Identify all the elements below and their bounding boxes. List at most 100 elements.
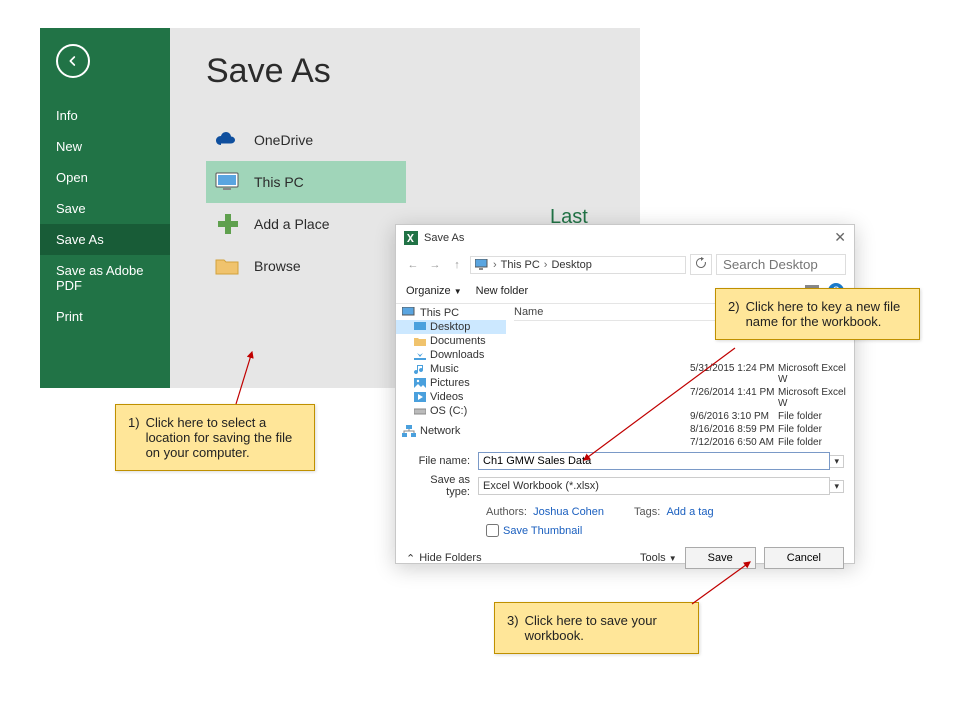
page-title: Save As (206, 52, 640, 91)
savetype-dropdown[interactable]: ▾ (830, 480, 844, 493)
chevron-up-icon: ⌃ (406, 552, 415, 565)
file-row[interactable]: 7/26/2014 1:41 PMMicrosoft Excel W (690, 386, 850, 410)
tree-downloads[interactable]: Downloads (396, 348, 506, 362)
back-button[interactable] (56, 44, 90, 78)
pictures-icon (414, 378, 426, 388)
nav-back-button[interactable]: ← (404, 256, 422, 274)
tree-desktop[interactable]: Desktop (396, 320, 506, 334)
menu-open[interactable]: Open (40, 162, 170, 193)
folder-tree: This PC Desktop Documents Downloads Musi… (396, 304, 506, 446)
location-onedrive[interactable]: OneDrive (206, 119, 406, 161)
monitor-icon (402, 307, 416, 319)
callout-3: 3) Click here to save your workbook. (494, 602, 699, 654)
tree-os-drive[interactable]: OS (C:) (396, 404, 506, 418)
menu-print[interactable]: Print (40, 301, 170, 332)
tags-value[interactable]: Add a tag (666, 506, 713, 518)
location-list: OneDrive This PC Add a Place Browse (206, 119, 406, 287)
hide-folders-label: Hide Folders (419, 552, 481, 564)
location-browse[interactable]: Browse (206, 245, 406, 287)
location-this-pc[interactable]: This PC (206, 161, 406, 203)
savetype-label: Save as type: (406, 474, 478, 498)
tree-pictures[interactable]: Pictures (396, 376, 506, 390)
tree-label: Pictures (430, 377, 470, 389)
video-icon (414, 392, 426, 402)
arrow-left-icon (65, 53, 81, 69)
callout-num: 1) (128, 415, 140, 460)
tree-this-pc[interactable]: This PC (396, 306, 506, 320)
file-row[interactable]: 9/6/2016 3:10 PMFile folder (690, 410, 850, 423)
desktop-icon (414, 322, 426, 332)
menu-save[interactable]: Save (40, 193, 170, 224)
location-add-place[interactable]: Add a Place (206, 203, 406, 245)
callout-text: Click here to key a new file name for th… (746, 299, 907, 329)
savetype-combo[interactable]: Excel Workbook (*.xlsx) (478, 477, 830, 495)
onedrive-icon (214, 129, 242, 151)
tree-documents[interactable]: Documents (396, 334, 506, 348)
tree-label: Network (420, 425, 460, 437)
file-row[interactable]: 8/16/2016 8:59 PMFile folder (690, 423, 850, 436)
filename-label: File name: (406, 455, 478, 467)
tree-videos[interactable]: Videos (396, 390, 506, 404)
nav-forward-button[interactable]: → (426, 256, 444, 274)
tree-network[interactable]: Network (396, 424, 506, 438)
location-label: This PC (254, 174, 304, 190)
location-label: OneDrive (254, 132, 313, 148)
col-name-header[interactable]: Name (514, 306, 694, 318)
excel-app-icon (404, 231, 418, 245)
save-thumbnail-checkbox[interactable] (486, 524, 499, 537)
plus-icon (214, 213, 242, 235)
close-button[interactable]: ✕ (834, 229, 846, 246)
new-folder-button[interactable]: New folder (476, 285, 529, 297)
dialog-form: File name: ▾ Save as type: Excel Workboo… (396, 446, 854, 537)
callout-text: Click here to save your workbook. (525, 613, 686, 643)
menu-save-as[interactable]: Save As (40, 224, 170, 255)
breadcrumb[interactable]: › This PC › Desktop (470, 256, 686, 274)
tree-label: This PC (420, 307, 459, 319)
tree-label: Videos (430, 391, 463, 403)
callout-text: Click here to select a location for savi… (146, 415, 302, 460)
menu-new[interactable]: New (40, 131, 170, 162)
refresh-button[interactable] (690, 254, 712, 275)
network-icon (402, 425, 416, 437)
file-rows: 5/31/2015 1:24 PMMicrosoft Excel W 7/26/… (690, 362, 850, 449)
monitor-icon (475, 259, 489, 271)
filename-dropdown[interactable]: ▾ (830, 455, 844, 468)
nav-up-button[interactable]: ↑ (448, 256, 466, 274)
file-row[interactable]: 7/12/2016 6:50 AMFile folder (690, 436, 850, 449)
dialog-titlebar: Save As ✕ (396, 225, 854, 250)
folder-icon (214, 255, 242, 277)
location-label: Browse (254, 258, 301, 274)
dialog-title: Save As (424, 232, 464, 244)
hide-folders-toggle[interactable]: ⌃ Hide Folders (406, 552, 482, 565)
breadcrumb-part: Desktop (551, 259, 591, 271)
file-row[interactable]: 5/31/2015 1:24 PMMicrosoft Excel W (690, 362, 850, 386)
search-input[interactable] (716, 254, 846, 275)
tools-menu[interactable]: Tools ▼ (640, 552, 677, 564)
download-icon (414, 350, 426, 360)
drive-icon (414, 406, 426, 416)
organize-menu[interactable]: Organize ▼ (406, 285, 462, 297)
tree-label: Music (430, 363, 459, 375)
callout-num: 3) (507, 613, 519, 643)
callout-2: 2) Click here to key a new file name for… (715, 288, 920, 340)
refresh-icon (695, 257, 707, 269)
authors-value[interactable]: Joshua Cohen (533, 506, 604, 518)
dialog-nav: ← → ↑ › This PC › Desktop (396, 250, 854, 279)
filename-input[interactable] (478, 452, 830, 470)
backstage-sidebar: Info New Open Save Save As Save as Adobe… (40, 28, 170, 388)
tree-label: Documents (430, 335, 486, 347)
music-icon (414, 364, 426, 374)
location-label: Add a Place (254, 216, 330, 232)
save-as-dialog: Save As ✕ ← → ↑ › This PC › Desktop Orga… (395, 224, 855, 564)
tree-music[interactable]: Music (396, 362, 506, 376)
cancel-button[interactable]: Cancel (764, 547, 844, 569)
dialog-footer: ⌃ Hide Folders Tools ▼ Save Cancel (396, 537, 854, 579)
tree-label: Desktop (430, 321, 470, 333)
save-button[interactable]: Save (685, 547, 756, 569)
authors-label: Authors: (486, 506, 527, 518)
monitor-icon (214, 171, 242, 193)
tags-label: Tags: (634, 506, 660, 518)
menu-save-adobe-pdf[interactable]: Save as Adobe PDF (40, 255, 170, 301)
folder-icon (414, 336, 426, 346)
menu-info[interactable]: Info (40, 100, 170, 131)
